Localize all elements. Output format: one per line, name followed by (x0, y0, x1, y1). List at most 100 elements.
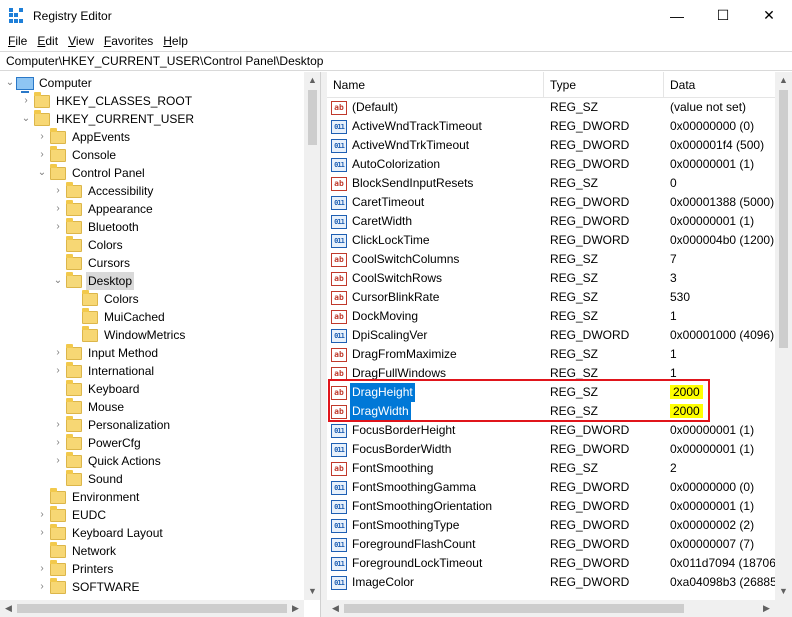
scroll-left-arrow-icon[interactable]: ◀ (327, 600, 344, 617)
chevron-right-icon[interactable]: › (36, 578, 48, 596)
table-row[interactable]: ab CursorBlinkRate REG_SZ 530 (327, 288, 775, 307)
tree-node[interactable]: ⌄ Computer (4, 74, 94, 93)
chevron-down-icon[interactable]: ⌄ (4, 74, 16, 92)
tree-node[interactable]: › EUDC (36, 505, 108, 524)
chevron-right-icon[interactable]: › (36, 560, 48, 578)
tree-node[interactable]: › Keyboard Layout (36, 523, 165, 542)
tree-node[interactable]: › Appearance (52, 199, 155, 218)
table-row[interactable]: 011 ForegroundFlashCount REG_DWORD 0x000000… (327, 535, 775, 554)
chevron-right-icon[interactable]: › (20, 92, 32, 110)
list-horizontal-scroll-thumb[interactable] (344, 604, 684, 613)
tree-node[interactable]: › Console (36, 145, 118, 164)
tree-node[interactable]: › Personalization (52, 415, 172, 434)
menu-help[interactable]: Help (158, 31, 193, 51)
table-row[interactable]: 011 ImageColor REG_DWORD 0xa04098b3 (268858 (327, 573, 775, 592)
tree-horizontal-scrollbar[interactable]: ◀ ▶ (0, 600, 304, 617)
tree-node[interactable]: › Bluetooth (52, 217, 141, 236)
table-row[interactable]: 011 FocusBorderHeight REG_DWORD 0x00000001 … (327, 421, 775, 440)
table-row[interactable]: 011 DpiScalingVer REG_DWORD 0x00001000 (409… (327, 326, 775, 345)
list-vertical-scrollbar[interactable]: ▲ ▼ (775, 72, 792, 600)
tree-node[interactable]: ⌄ HKEY_CURRENT_USER (20, 109, 196, 128)
table-row[interactable]: ab CoolSwitchColumns REG_SZ 7 (327, 250, 775, 269)
chevron-right-icon[interactable]: › (36, 128, 48, 146)
tree-node[interactable]: › Printers (36, 559, 115, 578)
table-row[interactable]: 011 FontSmoothingOrientation REG_DWORD 0x00… (327, 497, 775, 516)
table-row[interactable]: ab (Default) REG_SZ (value not set) (327, 98, 775, 117)
tree-node[interactable]: › PowerCfg (52, 433, 143, 452)
tree-node[interactable]: WindowMetrics (68, 325, 187, 344)
scroll-up-arrow-icon[interactable]: ▲ (304, 72, 320, 89)
tree-node[interactable]: ⌄ Desktop (52, 271, 135, 290)
tree-node[interactable]: Colors (52, 235, 125, 254)
tree-node[interactable]: Colors (68, 289, 141, 308)
chevron-right-icon[interactable]: › (52, 344, 64, 362)
scroll-down-arrow-icon[interactable]: ▼ (775, 583, 792, 600)
scroll-left-arrow-icon[interactable]: ◀ (0, 600, 17, 617)
column-header-data[interactable]: Data (664, 72, 775, 98)
close-button[interactable]: ✕ (746, 0, 792, 31)
tree-node[interactable]: MuiCached (68, 307, 167, 326)
table-row[interactable]: 011 ActiveWndTrkTimeout REG_DWORD 0x000001f… (327, 136, 775, 155)
table-row[interactable]: 011 ClickLockTime REG_DWORD 0x000004b0 (120… (327, 231, 775, 250)
column-header-type[interactable]: Type (544, 72, 664, 98)
table-row[interactable]: ab DockMoving REG_SZ 1 (327, 307, 775, 326)
column-header-name[interactable]: Name (327, 72, 544, 98)
tree-node[interactable]: Environment (36, 487, 141, 506)
menu-edit[interactable]: Edit (32, 31, 63, 51)
chevron-right-icon[interactable]: › (36, 506, 48, 524)
tree-vertical-scroll-thumb[interactable] (308, 90, 317, 145)
scroll-up-arrow-icon[interactable]: ▲ (775, 72, 792, 89)
tree-node[interactable]: Cursors (52, 253, 132, 272)
table-row[interactable]: 011 FontSmoothingGamma REG_DWORD 0x00000000… (327, 478, 775, 497)
list-horizontal-scrollbar[interactable]: ◀ ▶ (327, 600, 775, 617)
list-vertical-scroll-thumb[interactable] (779, 90, 788, 348)
tree-node[interactable]: › Input Method (52, 343, 160, 362)
table-row[interactable]: ab CoolSwitchRows REG_SZ 3 (327, 269, 775, 288)
tree-node[interactable]: › HKEY_CLASSES_ROOT (20, 91, 194, 110)
table-row[interactable]: 011 ActiveWndTrackTimeout REG_DWORD 0x00000… (327, 117, 775, 136)
scroll-right-arrow-icon[interactable]: ▶ (287, 600, 304, 617)
scroll-right-arrow-icon[interactable]: ▶ (758, 600, 775, 617)
address-bar[interactable]: Computer\HKEY_CURRENT_USER\Control Panel… (0, 51, 792, 71)
tree-node[interactable]: › Quick Actions (52, 451, 163, 470)
chevron-right-icon[interactable]: › (52, 182, 64, 200)
menu-favorites[interactable]: Favorites (99, 31, 158, 51)
table-row[interactable]: 011 CaretTimeout REG_DWORD 0x00001388 (5000… (327, 193, 775, 212)
chevron-right-icon[interactable]: › (36, 524, 48, 542)
chevron-right-icon[interactable]: › (52, 218, 64, 236)
table-row[interactable]: ab FontSmoothing REG_SZ 2 (327, 459, 775, 478)
tree-node[interactable]: ⌄ Control Panel (36, 163, 147, 182)
table-row[interactable]: 011 FocusBorderWidth REG_DWORD 0x00000001 (… (327, 440, 775, 459)
table-row[interactable]: 011 FontSmoothingType REG_DWORD 0x00000002 … (327, 516, 775, 535)
value-name: DragFromMaximize (352, 347, 457, 361)
tree-node[interactable]: › International (52, 361, 156, 380)
tree-node[interactable]: › SOFTWARE (36, 577, 142, 596)
minimize-button[interactable]: — (654, 0, 700, 31)
chevron-right-icon[interactable]: › (52, 452, 64, 470)
chevron-right-icon[interactable]: › (52, 200, 64, 218)
chevron-down-icon[interactable]: ⌄ (20, 110, 32, 128)
chevron-down-icon[interactable]: ⌄ (52, 272, 64, 290)
chevron-down-icon[interactable]: ⌄ (36, 164, 48, 182)
maximize-button[interactable]: ☐ (700, 0, 746, 31)
chevron-right-icon[interactable]: › (36, 146, 48, 164)
chevron-right-icon[interactable]: › (52, 416, 64, 434)
tree-node[interactable]: Keyboard (52, 379, 141, 398)
tree-horizontal-scroll-thumb[interactable] (17, 604, 287, 613)
chevron-right-icon[interactable]: › (52, 434, 64, 452)
table-row[interactable]: 011 CaretWidth REG_DWORD 0x00000001 (1) (327, 212, 775, 231)
menu-file[interactable]: File (3, 31, 32, 51)
tree-vertical-scrollbar[interactable]: ▲ ▼ (304, 72, 320, 600)
tree-node[interactable]: Network (36, 541, 118, 560)
chevron-right-icon[interactable]: › (52, 362, 64, 380)
tree-node[interactable]: › Accessibility (52, 181, 155, 200)
table-row[interactable]: ab BlockSendInputResets REG_SZ 0 (327, 174, 775, 193)
scroll-down-arrow-icon[interactable]: ▼ (304, 583, 320, 600)
table-row[interactable]: 011 ForegroundLockTimeout REG_DWORD 0x011d7… (327, 554, 775, 573)
table-row[interactable]: ab DragFromMaximize REG_SZ 1 (327, 345, 775, 364)
tree-node[interactable]: › AppEvents (36, 127, 132, 146)
tree-node[interactable]: Mouse (52, 397, 126, 416)
table-row[interactable]: 011 AutoColorization REG_DWORD 0x00000001 (… (327, 155, 775, 174)
menu-view[interactable]: View (63, 31, 99, 51)
tree-node[interactable]: Sound (52, 469, 125, 488)
